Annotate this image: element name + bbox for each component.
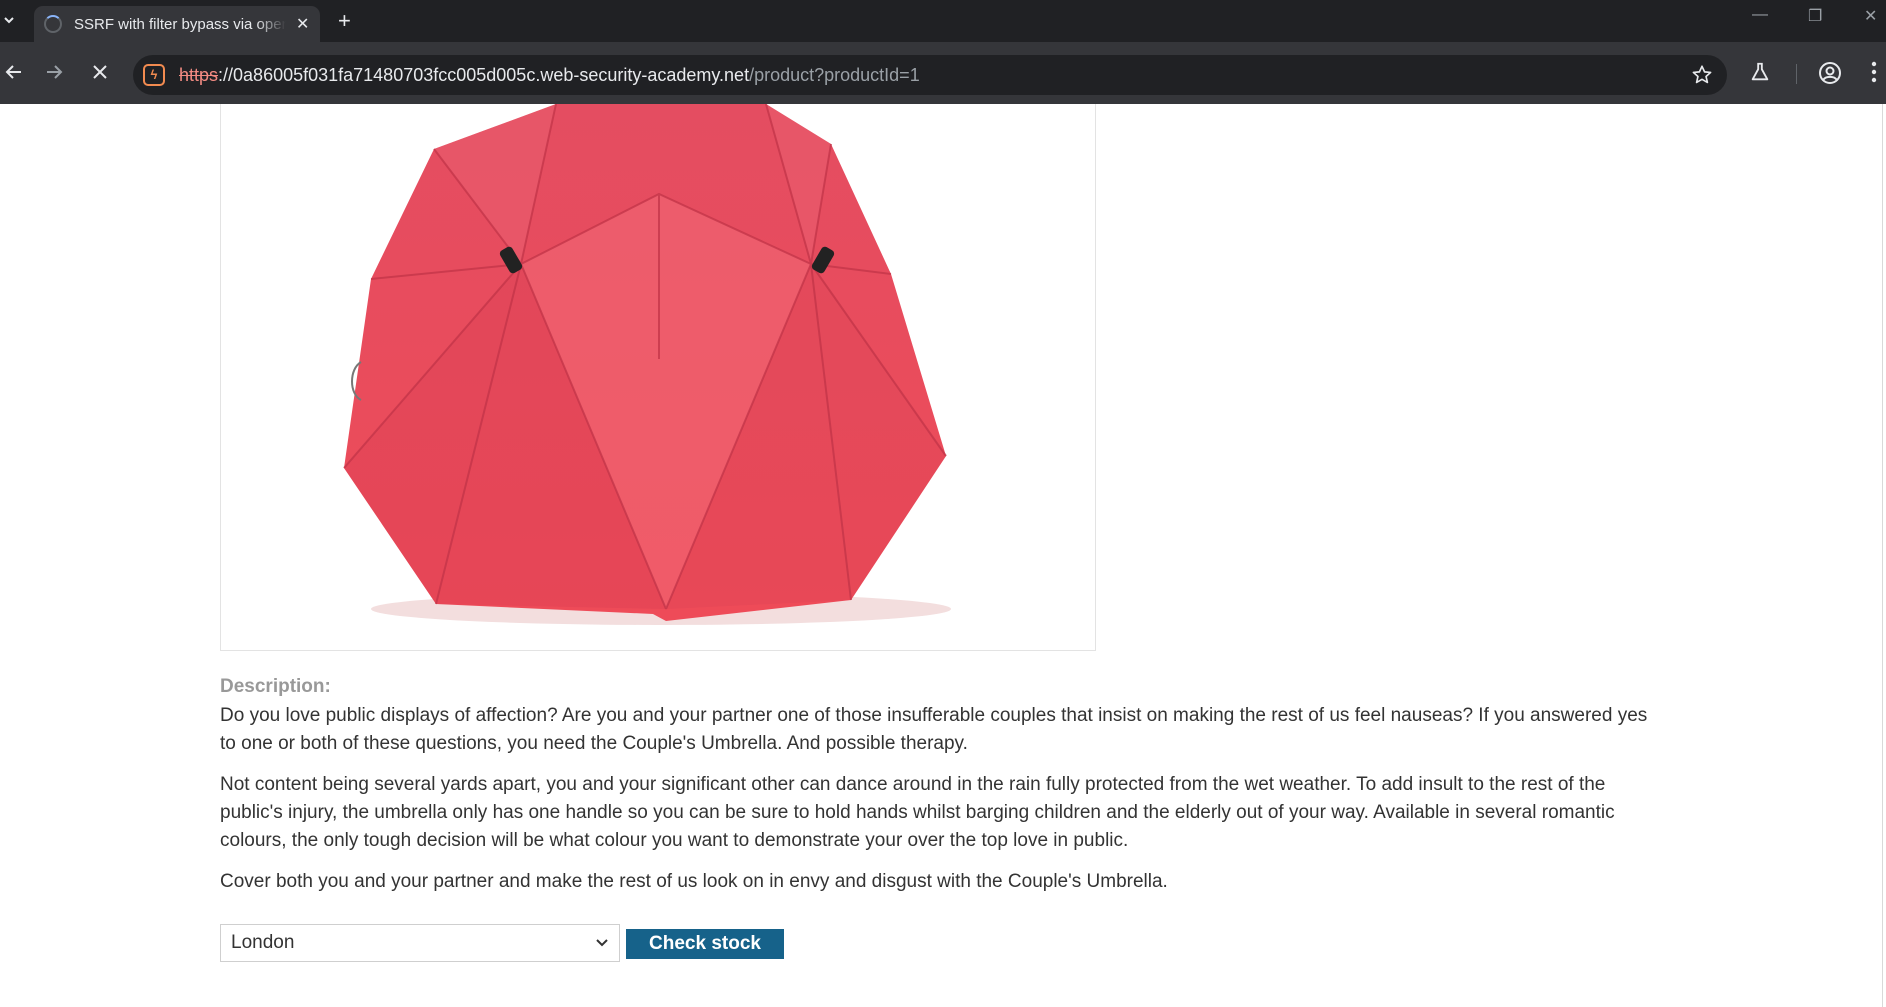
loading-spinner-icon (44, 15, 62, 33)
description-paragraph-1: Do you love public displays of affection… (220, 705, 1648, 754)
page-content: Description: Do you love public displays… (0, 104, 1886, 1007)
profile-avatar-icon[interactable] (1818, 61, 1842, 90)
close-window-icon[interactable]: ✕ (1864, 6, 1877, 26)
back-arrow-icon[interactable] (0, 54, 28, 90)
browser-menu-kebab-icon[interactable] (1870, 60, 1878, 89)
stop-loading-icon[interactable] (86, 54, 114, 90)
forward-arrow-icon[interactable] (40, 54, 68, 90)
restore-window-icon[interactable]: ❐ (1808, 6, 1822, 26)
url-text[interactable]: https://0a86005f031fa71480703fcc005d005c… (179, 65, 920, 86)
address-bar[interactable]: ϟ https://0a86005f031fa71480703fcc005d00… (133, 55, 1727, 95)
bookmark-star-icon[interactable] (1691, 64, 1713, 91)
url-scheme: https (179, 65, 219, 85)
browser-tabstrip: SSRF with filter bypass via open redirec… (0, 0, 1886, 42)
description-paragraph-3: Cover both you and your partner and make… (220, 871, 1168, 892)
new-tab-plus-icon[interactable]: + (338, 8, 351, 34)
description-paragraph-2: Not content being several yards apart, y… (220, 774, 1615, 851)
url-host: ://0a86005f031fa71480703fcc005d005c.web-… (218, 65, 750, 85)
description-heading: Description: (220, 676, 331, 697)
check-stock-button[interactable]: Check stock (626, 929, 784, 959)
toolbar-divider (1796, 64, 1797, 84)
store-select-value: London (231, 932, 295, 953)
tab-close-icon[interactable]: ✕ (296, 14, 309, 34)
labs-flask-icon[interactable] (1749, 61, 1771, 88)
active-tab[interactable]: SSRF with filter bypass via open redirec… (34, 6, 320, 42)
browser-toolbar: ϟ https://0a86005f031fa71480703fcc005d00… (0, 42, 1886, 104)
chevron-down-icon (595, 932, 609, 954)
minimize-window-icon[interactable]: — (1752, 6, 1768, 24)
store-select[interactable]: London (220, 924, 620, 962)
site-info-icon[interactable]: ϟ (143, 64, 165, 86)
product-image (220, 104, 1096, 651)
page-edge-line (1882, 104, 1883, 1007)
url-path: /product?productId=1 (749, 65, 920, 85)
tab-list-chevron-icon[interactable] (0, 6, 18, 34)
tab-title: SSRF with filter bypass via open redirec… (74, 15, 286, 33)
umbrella-illustration (343, 104, 951, 625)
